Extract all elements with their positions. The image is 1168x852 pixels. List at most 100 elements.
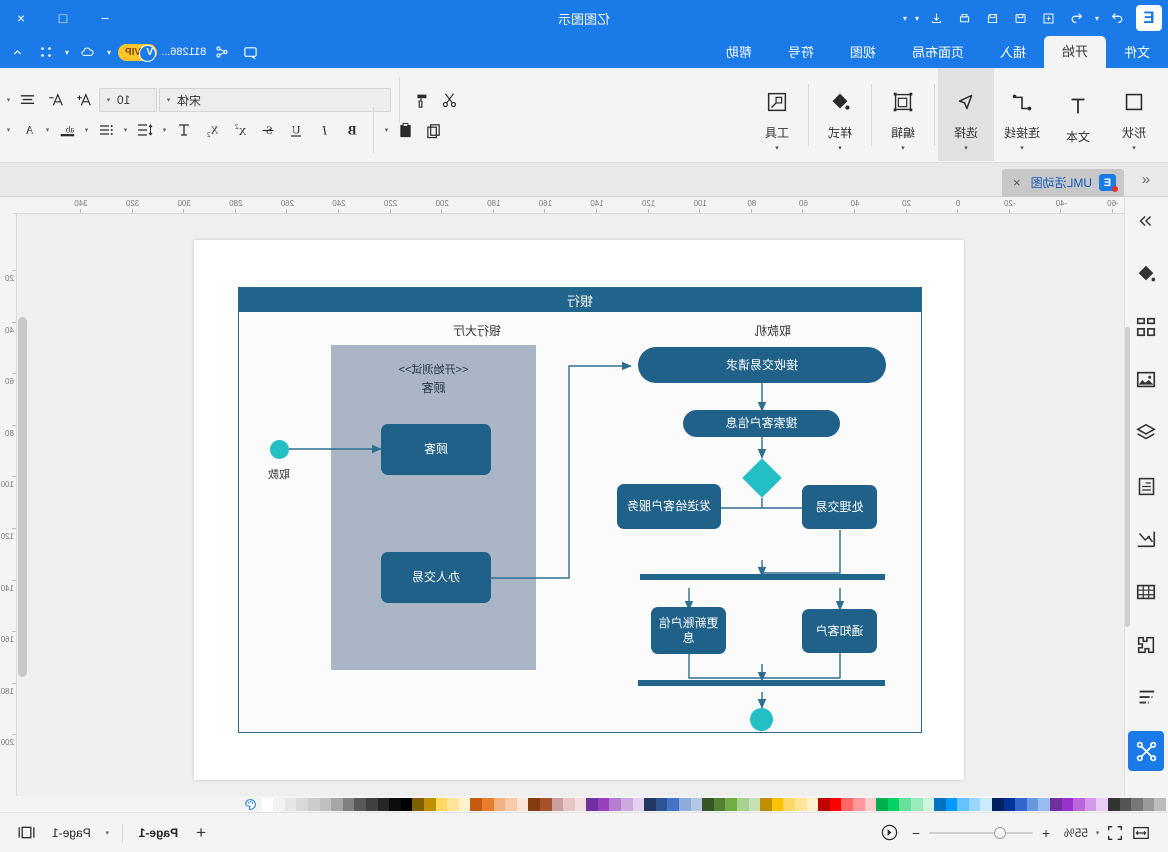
node-update-account-info[interactable]: 更新账户信息	[651, 607, 726, 654]
palette-swatch[interactable]	[829, 797, 842, 811]
grid-apps-icon[interactable]	[34, 40, 58, 64]
palette-swatch[interactable]	[621, 797, 633, 811]
palette-swatch[interactable]	[679, 797, 691, 811]
palette-swatch[interactable]	[690, 797, 703, 811]
palette-swatch[interactable]	[377, 797, 390, 811]
line-spacing-icon[interactable]	[132, 118, 158, 142]
node-process-transaction[interactable]: 处理交易	[802, 485, 877, 529]
palette-swatch[interactable]	[308, 797, 320, 811]
redo-caret-icon[interactable]: ▾	[1092, 14, 1102, 23]
connector-mode-icon[interactable]	[1128, 731, 1165, 771]
node-notify-customer[interactable]: 通知客户	[802, 609, 877, 653]
tab-symbols[interactable]: 符号	[770, 38, 832, 68]
palette-swatch[interactable]	[876, 797, 888, 811]
fit-width-icon[interactable]	[1128, 820, 1154, 846]
group-style-caret-icon[interactable]: ▾	[838, 144, 842, 152]
format-painter-icon[interactable]	[408, 88, 434, 112]
tab-page-layout[interactable]: 页面布局	[894, 38, 982, 68]
zoom-out-button[interactable]: −	[903, 820, 929, 846]
tab-file[interactable]: 文件	[1106, 38, 1168, 68]
palette-swatch[interactable]	[574, 797, 587, 811]
palette-swatch[interactable]	[968, 797, 981, 811]
palette-swatch[interactable]	[910, 797, 923, 811]
collapse-ribbon-icon[interactable]: «	[1124, 163, 1168, 197]
canvas-scroll-region[interactable]: 银行 银行大厅 取款机 <<开始测试>> 顾客 取款 顾客 办人交易 接收交易请…	[17, 214, 1124, 799]
palette-swatch[interactable]	[1026, 797, 1039, 811]
image-icon[interactable]	[1129, 360, 1165, 400]
add-page-button[interactable]: +	[190, 823, 212, 843]
palette-swatch[interactable]	[424, 797, 436, 811]
palette-swatch[interactable]	[795, 797, 807, 811]
notes-icon[interactable]	[1129, 466, 1165, 506]
palette-swatch[interactable]	[319, 797, 332, 811]
document-page[interactable]: 银行 银行大厅 取款机 <<开始测试>> 顾客 取款 顾客 办人交易 接收交易请…	[194, 240, 964, 780]
decrease-font-icon[interactable]	[43, 88, 69, 112]
palette-swatch[interactable]	[1015, 797, 1027, 811]
palette-swatch[interactable]	[771, 797, 784, 811]
text-direction-icon[interactable]	[171, 118, 197, 142]
table-icon[interactable]	[1129, 572, 1165, 612]
bullet-list-caret-icon[interactable]: ▾	[82, 126, 91, 134]
chevron-up-icon[interactable]	[6, 40, 30, 64]
chart-icon[interactable]	[1129, 519, 1165, 559]
join-bar[interactable]	[638, 680, 885, 686]
increase-font-icon[interactable]	[71, 88, 97, 112]
palette-swatch[interactable]	[331, 797, 343, 811]
palette-swatch[interactable]	[864, 797, 877, 811]
export-icon[interactable]	[924, 6, 950, 30]
paragraph-align-icon[interactable]	[15, 88, 41, 112]
prev-page-icon[interactable]	[877, 820, 903, 846]
palette-swatch[interactable]	[1073, 797, 1085, 811]
palette-swatch[interactable]	[528, 797, 540, 811]
palette-swatch[interactable]	[667, 797, 680, 811]
export-caret-icon[interactable]: ▾	[912, 14, 922, 23]
diagram-frame[interactable]: 银行 银行大厅 取款机 <<开始测试>> 顾客 取款 顾客 办人交易 接收交易请…	[238, 287, 922, 733]
palette-swatch[interactable]	[934, 797, 946, 811]
redo-icon[interactable]	[1104, 6, 1130, 30]
palette-swatch[interactable]	[632, 797, 645, 811]
user-id-label[interactable]: 811286...	[161, 46, 206, 58]
group-shape[interactable]: 形状 ▾	[1106, 68, 1162, 161]
start-node[interactable]	[270, 440, 289, 459]
font-size-caret-icon[interactable]: ▾	[104, 96, 113, 104]
palette-swatch[interactable]	[1154, 797, 1166, 811]
palette-swatch[interactable]	[261, 797, 274, 811]
undo-icon[interactable]	[1064, 6, 1090, 30]
shapes-grid-icon[interactable]	[1129, 307, 1165, 347]
cloud-icon[interactable]	[76, 40, 100, 64]
highlight-caret-icon[interactable]: ▾	[43, 126, 52, 134]
copy-icon[interactable]	[421, 118, 447, 142]
group-select-caret-icon[interactable]: ▾	[964, 144, 968, 152]
palette-swatch[interactable]	[366, 797, 378, 811]
cloud-caret-icon[interactable]: ▾	[62, 48, 72, 57]
save-icon[interactable]	[980, 6, 1006, 30]
group-edit-caret-icon[interactable]: ▾	[901, 144, 905, 152]
palette-swatch[interactable]	[980, 797, 993, 811]
qat-more-caret-icon[interactable]: ▾	[900, 14, 910, 23]
zoom-preset-caret-icon[interactable]: ▾	[1093, 829, 1102, 837]
font-size-select[interactable]: 10 ▾	[99, 88, 157, 112]
node-search-customer-info[interactable]: 搜索客户信息	[683, 410, 840, 437]
group-connector[interactable]: 连接线 ▾	[994, 68, 1050, 161]
palette-swatch[interactable]	[435, 797, 448, 811]
palette-swatch[interactable]	[284, 797, 297, 811]
paste-icon[interactable]	[393, 118, 419, 142]
palette-swatch[interactable]	[725, 797, 738, 811]
palette-swatch[interactable]	[702, 797, 714, 811]
palette-swatch[interactable]	[922, 797, 935, 811]
active-page-tab[interactable]: Page-1	[133, 826, 184, 840]
palette-swatch[interactable]	[1050, 797, 1062, 811]
palette-swatch[interactable]	[713, 797, 726, 811]
palette-swatch[interactable]	[1131, 797, 1143, 811]
palette-swatch[interactable]	[470, 797, 482, 811]
underline-icon[interactable]: U	[283, 118, 309, 142]
subscript-icon[interactable]: X2	[199, 118, 225, 142]
palette-swatch[interactable]	[1142, 797, 1155, 811]
text-direction-caret-icon[interactable]: ▾	[160, 126, 169, 134]
tab-help[interactable]: 帮助	[708, 38, 770, 68]
fill-bucket-icon[interactable]	[1129, 254, 1165, 294]
italic-icon[interactable]: I	[311, 118, 337, 142]
group-tools[interactable]: 工具 ▾	[749, 68, 805, 161]
document-tab-close-icon[interactable]: ×	[1010, 175, 1024, 190]
palette-swatch[interactable]	[505, 797, 517, 811]
